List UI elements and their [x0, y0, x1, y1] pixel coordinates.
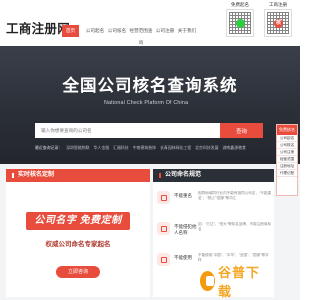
rule-item: 不能侵犯他人名称 如：“万达”、“恒大”等知名品牌，不能注册商标名 [157, 219, 272, 246]
recent-searches-label: 最近查询记录： [35, 145, 63, 150]
recent-search-item[interactable]: 中南建筑装饰 [133, 145, 156, 151]
sidebar-item-business-scope[interactable]: 经营范围 [277, 156, 297, 163]
wechat-logo-icon [236, 19, 245, 28]
recent-search-item[interactable]: 汇福科技 [113, 145, 129, 151]
rule-title: 不能侵犯他人名称 [174, 224, 197, 235]
custom-naming-card: 实时核名定制 公司名字 免费定制 权威公司命名专家起名 立即咨询 [6, 169, 150, 297]
rule-item: 不能重名 相同地域同行业内不能有相同公司名，“不能重名”，“禁止”“国家”等词汇 [157, 188, 272, 215]
search-button[interactable]: 查询 [220, 123, 263, 138]
main-nav: 首页 公司起名 公司核名 经营范围查询 公司注册 关于我们 [62, 25, 198, 45]
sidebar-head[interactable]: 免费核名 [277, 125, 297, 135]
nav-company-registration[interactable]: 公司注册 [154, 25, 176, 37]
search-bar: 查询 [35, 123, 263, 138]
nav-home[interactable]: 首页 [62, 25, 79, 37]
consult-now-button[interactable]: 立即咨询 [56, 266, 100, 278]
rule-title: 不能重名 [174, 193, 192, 198]
rule-title: 不能使用 [174, 255, 192, 260]
floating-service-sidebar: 免费核名 公司起名 公司核名 公司注册 经营范围 注册地址 代理记账 [276, 124, 298, 196]
hero-banner: 全国公司核名查询系统 National Check Plaform Of Chi… [0, 46, 300, 164]
sidebar-item-accounting[interactable]: 代理记账 [277, 170, 297, 177]
recent-searches: 最近查询记录： 深圳智能物联 华人金服 汇福科技 中南建筑装饰 长青园林绿化工程… [35, 145, 265, 151]
recent-search-item[interactable]: 湖南鑫源粮食 [223, 145, 246, 151]
watermark: 谷普下载 [200, 265, 260, 299]
hero-title: 全国公司核名查询系统 [62, 77, 238, 95]
qr-registration-title: 工商注册 [269, 2, 287, 7]
document-icon [157, 222, 170, 235]
sidebar-item-registration[interactable]: 公司注册 [277, 149, 297, 156]
qr-free-naming: 免费起名 [224, 2, 256, 45]
document-icon [157, 191, 170, 204]
wechat-qr-icon [226, 9, 254, 37]
naming-promo-banner: 公司名字 免费定制 权威公司命名专家起名 立即咨询 [6, 182, 150, 297]
custom-naming-card-title: 实时核名定制 [6, 169, 150, 182]
rule-description: 相同地域同行业内不能有相同公司名，“不能重名”，“禁止”“国家”等词汇 [198, 191, 272, 201]
promo-headline: 公司名字 免费定制 [26, 212, 130, 230]
header: 工商注册网 首页 公司起名 公司核名 经营范围查询 公司注册 关于我们 免费起名… [0, 0, 300, 46]
qr-business-registration: 工商注册 核 [262, 2, 294, 45]
recent-search-item[interactable]: 北京科技发展 [195, 145, 218, 151]
registration-qr-icon: 核 [264, 9, 292, 37]
nav-company-naming[interactable]: 公司起名 [84, 25, 106, 37]
sidebar-item-name-check[interactable]: 公司核名 [277, 142, 297, 149]
recent-search-item[interactable]: 深圳智能物联 [66, 145, 89, 151]
nav-name-check[interactable]: 公司核名 [106, 25, 128, 37]
sidebar-item-address[interactable]: 注册地址 [277, 163, 297, 170]
site-logo[interactable]: 工商注册网 [6, 18, 70, 37]
recent-search-item[interactable]: 华人金服 [94, 145, 110, 151]
nav-about-us[interactable]: 关于我们 [176, 25, 198, 37]
promo-subtitle: 权威公司命名专家起名 [45, 241, 111, 248]
nav-business-scope[interactable]: 经营范围查询 [128, 25, 154, 45]
watermark-text: 谷普下载 [218, 265, 261, 299]
naming-rules-card-title: 公司命名规范 [153, 169, 274, 182]
recent-search-item[interactable]: 长青园林绿化工程 [160, 145, 191, 151]
sidebar-item-company-naming[interactable]: 公司起名 [277, 135, 297, 142]
hero-subtitle: National Check Plaform Of China [104, 100, 189, 106]
qr-free-naming-title: 免费起名 [231, 2, 249, 7]
watermark-logo-icon [200, 271, 215, 291]
document-icon [157, 253, 170, 266]
rule-description: 如：“万达”、“恒大”等知名品牌，不能注册商标名 [198, 222, 272, 232]
company-name-search-input[interactable] [35, 123, 220, 138]
check-badge-icon: 核 [274, 19, 283, 28]
